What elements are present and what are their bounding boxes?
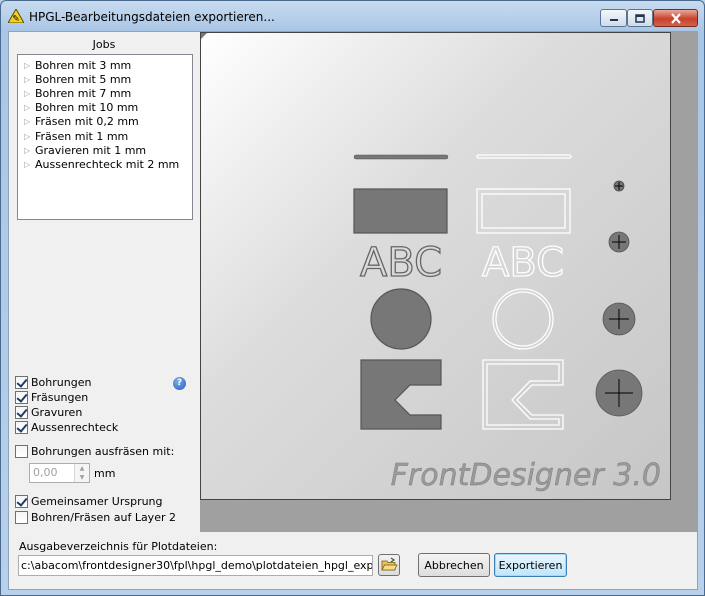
spin-down-icon[interactable]: ▼ xyxy=(75,473,89,482)
list-item-job[interactable]: ▷ Bohren mit 10 mm xyxy=(24,100,138,114)
list-item-job[interactable]: ▷ Fräsen mit 0,2 mm xyxy=(24,114,139,128)
checkbox-box[interactable] xyxy=(15,376,28,389)
list-item-job[interactable]: ▷ Bohren mit 7 mm xyxy=(24,86,131,100)
maximize-icon xyxy=(635,13,645,23)
minimize-button[interactable] xyxy=(600,9,627,27)
cut-circle xyxy=(492,288,554,350)
dialog-client: Jobs ▷ Bohren mit 3 mm ▷ Bohren mit 5 mm ▷… xyxy=(8,31,698,590)
close-icon xyxy=(670,12,681,24)
drill-hole-10mm xyxy=(595,369,643,417)
corner-marker xyxy=(201,33,207,39)
list-item-job[interactable]: ▷ Gravieren mit 1 mm xyxy=(24,143,146,157)
svg-text:✎: ✎ xyxy=(12,15,20,24)
cut-line xyxy=(476,154,572,159)
browse-folder-button[interactable] xyxy=(378,554,400,576)
drill-hole-3mm xyxy=(613,180,625,192)
help-icon[interactable]: ? xyxy=(173,377,186,390)
bohrungen-checkbox[interactable]: Bohrungen xyxy=(15,375,91,390)
engraving-circle xyxy=(370,288,432,350)
list-item-job[interactable]: ▷ Bohren mit 5 mm xyxy=(24,72,131,86)
engraving-text: ABC xyxy=(360,240,442,286)
drill-hole-5mm xyxy=(608,231,630,253)
cut-circle-inner xyxy=(495,291,551,347)
checkbox-box[interactable] xyxy=(15,406,28,419)
open-folder-icon xyxy=(381,557,398,571)
spin-buttons[interactable]: ▲ ▼ xyxy=(74,464,89,482)
expand-triangle-icon[interactable]: ▷ xyxy=(24,103,35,112)
expand-triangle-icon[interactable]: ▷ xyxy=(24,146,35,155)
layer2-checkbox[interactable]: Bohren/Fräsen auf Layer 2 xyxy=(15,510,176,525)
drill-hole-7mm xyxy=(602,302,636,336)
dialog-window: ✎ HPGL-Bearbeitungsdateien exportieren..… xyxy=(0,0,705,596)
checkbox-box[interactable] xyxy=(15,511,28,524)
cut-text: ABC xyxy=(482,240,564,286)
preview-panel: ABC ABC FrontDesigner 3.0 xyxy=(200,32,671,500)
list-item-job[interactable]: ▷ Bohren mit 3 mm xyxy=(24,58,131,72)
engraving-notch-shape xyxy=(360,359,442,430)
expand-triangle-icon[interactable]: ▷ xyxy=(24,89,35,98)
checkbox-box[interactable] xyxy=(15,391,28,404)
export-button[interactable]: Exportieren xyxy=(494,553,567,577)
cancel-button[interactable]: Abbrechen xyxy=(418,553,490,577)
output-directory-label: Ausgabeverzeichnis für Plotdateien: xyxy=(19,540,218,553)
fraesungen-checkbox[interactable]: Fräsungen xyxy=(15,390,88,405)
unit-label: mm xyxy=(94,467,116,480)
close-button[interactable] xyxy=(653,9,698,27)
spin-up-icon[interactable]: ▲ xyxy=(75,464,89,473)
list-item-job[interactable]: ▷ Fräsen mit 1 mm xyxy=(24,129,128,143)
checkbox-box[interactable] xyxy=(15,495,28,508)
engraving-rect xyxy=(353,188,448,234)
cut-rect xyxy=(476,188,571,234)
aussenrechteck-checkbox[interactable]: Aussenrechteck xyxy=(15,420,118,435)
gravuren-checkbox[interactable]: Gravuren xyxy=(15,405,82,420)
output-directory-input[interactable]: c:\abacom\frontdesigner30\fpl\hpgl_demo\… xyxy=(18,555,373,576)
jobs-heading: Jobs xyxy=(92,38,116,51)
engraving-line xyxy=(353,154,449,160)
expand-triangle-icon[interactable]: ▷ xyxy=(24,75,35,84)
cut-rect-inner xyxy=(481,193,566,229)
ausfraesen-diameter-input[interactable]: 0,00 ▲ ▼ xyxy=(29,463,90,483)
expand-triangle-icon[interactable]: ▷ xyxy=(24,160,35,169)
window-title: HPGL-Bearbeitungsdateien exportieren... xyxy=(29,10,275,24)
title-bar[interactable]: ✎ HPGL-Bearbeitungsdateien exportieren..… xyxy=(1,1,704,31)
maximize-button[interactable] xyxy=(627,9,653,27)
gemeinsamer-ursprung-checkbox[interactable]: Gemeinsamer Ursprung xyxy=(15,494,163,509)
preview-drawing: ABC ABC FrontDesigner 3.0 xyxy=(201,33,661,493)
expand-triangle-icon[interactable]: ▷ xyxy=(24,132,35,141)
checkbox-box[interactable] xyxy=(15,421,28,434)
brand-text: FrontDesigner 3.0 xyxy=(391,458,661,493)
checkbox-box[interactable] xyxy=(15,445,28,458)
expand-triangle-icon[interactable]: ▷ xyxy=(24,117,35,126)
list-item-job[interactable]: ▷ Aussenrechteck mit 2 mm xyxy=(24,157,179,171)
jobs-list[interactable]: ▷ Bohren mit 3 mm ▷ Bohren mit 5 mm ▷ Bohre… xyxy=(17,54,193,220)
expand-triangle-icon[interactable]: ▷ xyxy=(24,61,35,70)
warning-app-icon: ✎ xyxy=(8,9,24,23)
minimize-icon xyxy=(609,19,618,21)
bohrungen-ausfraesen-checkbox[interactable]: Bohrungen ausfräsen mit: xyxy=(15,444,174,459)
